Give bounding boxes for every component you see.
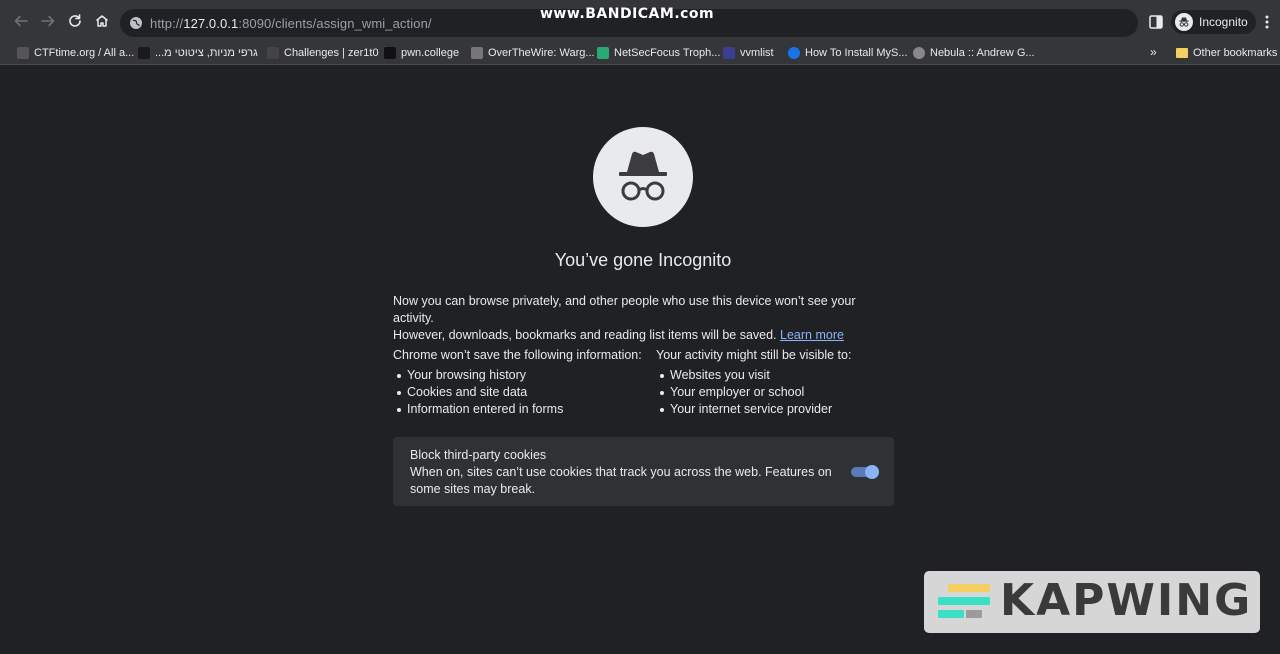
incognito-icon xyxy=(1175,13,1193,31)
bookmark-favicon-icon xyxy=(723,47,735,59)
still-visible-title: Your activity might still be visible to: xyxy=(656,348,852,362)
browser-toolbar: http://127.0.0.1:8090/clients/assign_wmi… xyxy=(0,0,1280,42)
side-panel-icon xyxy=(1149,15,1163,29)
bookmark-favicon-icon xyxy=(471,47,483,59)
bookmark-favicon-icon xyxy=(384,47,396,59)
still-visible-column: Your activity might still be visible to:… xyxy=(656,347,896,418)
bookmarks-bar: CTFtime.org / All a... גרפי מניות, ציטוט… xyxy=(0,42,1280,65)
bookmarks-overflow-button[interactable]: » xyxy=(1150,45,1157,59)
bookmark-label: Nebula :: Andrew G... xyxy=(930,47,1035,59)
bookmark-favicon-icon xyxy=(17,47,29,59)
incognito-spy-icon xyxy=(619,151,667,201)
toggle-knob xyxy=(865,465,879,479)
kapwing-logo-icon xyxy=(938,584,994,622)
incognito-logo xyxy=(593,127,693,227)
reload-icon xyxy=(69,14,81,27)
bookmark-favicon-icon xyxy=(138,47,150,59)
bookmark-favicon-icon xyxy=(267,47,279,59)
kapwing-bar xyxy=(938,610,964,618)
cookies-card-description: When on, sites can’t use cookies that tr… xyxy=(410,465,832,496)
bookmark-label: OverTheWire: Warg... xyxy=(488,47,595,59)
bookmark-item[interactable]: pwn.college xyxy=(384,45,459,61)
list-item: Your internet service provider xyxy=(660,401,896,418)
bookmark-item[interactable]: How To Install MyS... xyxy=(788,45,908,61)
list-item: Information entered in forms xyxy=(397,401,643,418)
list-item: Cookies and site data xyxy=(397,384,643,401)
page-title: You’ve gone Incognito xyxy=(554,250,732,270)
wont-save-list: Your browsing history Cookies and site d… xyxy=(393,367,643,418)
other-bookmarks-folder[interactable]: Other bookmarks xyxy=(1176,45,1277,61)
globe-icon xyxy=(128,15,144,31)
home-icon xyxy=(96,15,108,27)
learn-more-link[interactable]: Learn more xyxy=(780,328,844,342)
bookmark-item[interactable]: CTFtime.org / All a... xyxy=(17,45,134,61)
bookmark-label: CTFtime.org / All a... xyxy=(34,47,135,59)
kapwing-bar xyxy=(966,610,982,618)
arrow-left-icon xyxy=(14,15,28,27)
arrow-right-icon xyxy=(41,15,55,27)
bookmark-label: גרפי מניות, ציטוטי מ... xyxy=(155,47,258,59)
bookmark-label: NetSecFocus Troph... xyxy=(614,47,721,59)
side-panel-button[interactable] xyxy=(1148,14,1164,30)
wont-save-title: Chrome won’t save the following informat… xyxy=(393,348,642,362)
bookmark-favicon-icon xyxy=(597,47,609,59)
kapwing-bar xyxy=(938,597,990,605)
bookmark-label: Challenges | zer1t0 xyxy=(284,47,379,59)
profile-button[interactable]: Incognito xyxy=(1171,10,1256,34)
bookmark-item[interactable]: OverTheWire: Warg... xyxy=(471,45,595,61)
bookmark-item[interactable]: גרפי מניות, ציטוטי מ... xyxy=(138,45,258,61)
third-party-cookies-card: Block third-party cookies When on, sites… xyxy=(393,437,894,506)
other-bookmarks-label: Other bookmarks xyxy=(1193,47,1278,59)
menu-button[interactable] xyxy=(1260,13,1274,31)
url-scheme: http:// xyxy=(150,15,184,31)
more-vert-icon xyxy=(1265,15,1269,29)
profile-label: Incognito xyxy=(1199,15,1248,29)
list-item: Websites you visit xyxy=(660,367,896,384)
intro-line-2-text: However, downloads, bookmarks and readin… xyxy=(393,328,777,342)
bookmark-item[interactable]: Challenges | zer1t0 xyxy=(267,45,379,61)
bookmark-favicon-icon xyxy=(788,47,800,59)
intro-line-1: Now you can browse privately, and other … xyxy=(393,294,856,325)
forward-button[interactable] xyxy=(35,8,61,34)
home-button[interactable] xyxy=(89,8,115,34)
block-cookies-toggle[interactable] xyxy=(851,465,879,479)
kapwing-watermark: KAPWING xyxy=(924,571,1260,633)
bookmark-label: How To Install MyS... xyxy=(805,47,908,59)
bookmark-favicon-icon xyxy=(913,47,925,59)
url-text: http://127.0.0.1:8090/clients/assign_wmi… xyxy=(150,16,432,31)
url-host: 127.0.0.1 xyxy=(183,15,239,31)
bookmark-item[interactable]: vvmlist xyxy=(723,45,774,61)
url-path: :8090/clients/assign_wmi_action/ xyxy=(238,15,432,31)
bandicam-watermark: www.BANDICAM.com xyxy=(540,6,715,22)
bookmark-item[interactable]: NetSecFocus Troph... xyxy=(597,45,720,61)
bookmark-label: pwn.college xyxy=(401,47,460,59)
wont-save-column: Chrome won’t save the following informat… xyxy=(393,347,643,418)
intro-line-2: However, downloads, bookmarks and readin… xyxy=(393,327,893,344)
cookies-card-title: Block third-party cookies xyxy=(410,448,547,462)
bookmark-item[interactable]: Nebula :: Andrew G... xyxy=(913,45,1035,61)
list-item: Your employer or school xyxy=(660,384,896,401)
bookmark-label: vvmlist xyxy=(740,47,774,59)
reload-button[interactable] xyxy=(62,8,88,34)
list-item: Your browsing history xyxy=(397,367,643,384)
folder-icon xyxy=(1176,48,1188,58)
intro-paragraph: Now you can browse privately, and other … xyxy=(393,293,893,344)
kapwing-wordmark: KAPWING xyxy=(1000,575,1253,626)
still-visible-list: Websites you visit Your employer or scho… xyxy=(656,367,896,418)
kapwing-bar xyxy=(948,584,990,592)
back-button[interactable] xyxy=(8,8,34,34)
